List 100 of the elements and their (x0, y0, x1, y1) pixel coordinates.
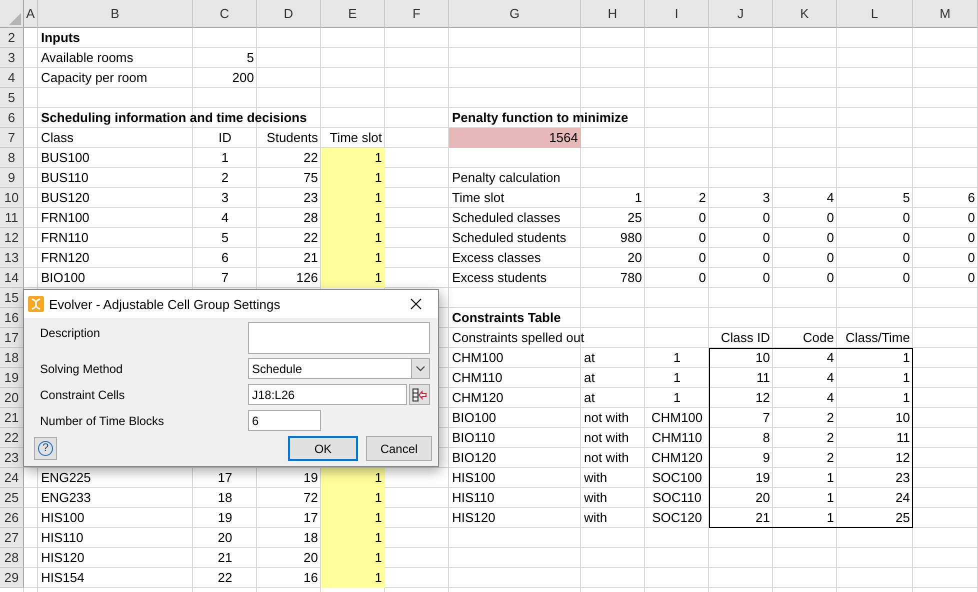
table-cell-text: CHM120 (650, 449, 704, 467)
column-header[interactable]: K (773, 0, 837, 28)
row-header[interactable]: 17 (0, 328, 24, 348)
row-header[interactable]: 16 (0, 308, 24, 328)
table-cell-text: HIS154 (40, 569, 86, 587)
table-cell: 1 (321, 248, 385, 268)
table-cell-text: 18 (302, 529, 319, 547)
time-blocks-field[interactable]: 6 (248, 410, 321, 431)
table-cell-text: 1 (826, 509, 835, 527)
row-header[interactable]: 19 (0, 368, 24, 388)
row-header[interactable]: 21 (0, 408, 24, 428)
help-button[interactable]: ? (34, 437, 57, 460)
table-cell-text: 0 (966, 229, 976, 247)
table-cell-text: 4 (826, 349, 835, 367)
method-dropdown[interactable]: Schedule (248, 358, 430, 379)
table-cell-text: 3 (220, 189, 230, 207)
row-header[interactable]: 11 (0, 208, 24, 228)
table-cell-text: CHM100 (451, 349, 504, 367)
table-cell: 1 (321, 208, 385, 228)
table-cell-text: 28 (302, 209, 319, 227)
column-header[interactable]: D (257, 0, 321, 28)
table-cell-text: 20 (754, 489, 771, 507)
column-header[interactable]: L (837, 0, 913, 28)
row-header[interactable]: 27 (0, 528, 24, 548)
table-cell-text: 24 (894, 489, 911, 507)
table-cell-text: Capacity per room (40, 69, 148, 87)
table-cell-text: not with (583, 409, 630, 427)
table-cell-text: BIO100 (40, 269, 86, 287)
column-heading: Class/Time (844, 329, 911, 347)
row-header[interactable]: 12 (0, 228, 24, 248)
row-header[interactable]: 13 (0, 248, 24, 268)
table-cell-text: 21 (302, 249, 319, 267)
table-cell: 1 (321, 528, 385, 548)
table-cell-text: 11 (756, 369, 771, 387)
table-cell-text: 0 (762, 249, 771, 267)
table-cell-text: 4 (826, 189, 835, 207)
table-label: Constraints spelled out (451, 329, 586, 347)
row-header[interactable]: 15 (0, 288, 24, 308)
row-header[interactable]: 28 (0, 548, 24, 568)
table-cell-text: 5 (220, 229, 230, 247)
row-header[interactable]: 25 (0, 488, 24, 508)
row-header[interactable]: 6 (0, 108, 24, 128)
table-cell-text: 126 (295, 269, 319, 287)
column-heading: Time slot (328, 129, 383, 147)
table-cell-text: 19 (302, 469, 319, 487)
table-cell: 1 (321, 148, 385, 168)
table-cell-text: SOC100 (651, 469, 703, 487)
column-header[interactable]: H (581, 0, 645, 28)
table-cell-text: 200 (231, 69, 255, 87)
column-header[interactable]: G (449, 0, 581, 28)
section-title: Constraints Table (451, 309, 562, 327)
cancel-button[interactable]: Cancel (366, 436, 432, 461)
row-header[interactable]: 7 (0, 128, 24, 148)
table-cell-text: 18 (216, 489, 234, 507)
section-title: Scheduling information and time decisions (40, 109, 308, 127)
column-header[interactable]: A (24, 0, 38, 28)
table-cell-text: 0 (698, 269, 707, 287)
ok-button[interactable]: OK (288, 436, 358, 461)
table-cell-text: 6 (220, 249, 230, 267)
row-header[interactable]: 24 (0, 468, 24, 488)
row-header[interactable]: 26 (0, 508, 24, 528)
table-cell-text: SOC110 (652, 489, 702, 507)
table-cell-text: 0 (902, 209, 911, 227)
column-header[interactable]: B (38, 0, 193, 28)
row-header[interactable]: 23 (0, 448, 24, 468)
row-header[interactable]: 5 (0, 88, 24, 108)
row-header[interactable]: 22 (0, 428, 24, 448)
row-header[interactable]: 20 (0, 388, 24, 408)
row-header[interactable]: 9 (0, 168, 24, 188)
row-header[interactable]: 29 (0, 568, 24, 588)
row-header[interactable]: 18 (0, 348, 24, 368)
range-picker-button[interactable] (409, 384, 430, 405)
column-header[interactable]: J (709, 0, 773, 28)
table-cell-text: 0 (762, 209, 771, 227)
row-header[interactable]: 14 (0, 268, 24, 288)
table-cell: 1 (321, 168, 385, 188)
table-cell: 1 (321, 228, 385, 248)
description-field[interactable] (248, 322, 430, 354)
table-cell-text: 20 (216, 529, 234, 547)
row-header[interactable]: 3 (0, 48, 24, 68)
column-header[interactable]: F (385, 0, 449, 28)
row-header[interactable]: 2 (0, 28, 24, 48)
table-cell-text: HIS120 (40, 549, 86, 567)
field-label: Number of Time Blocks (40, 413, 166, 430)
table-cell-text: 0 (966, 269, 976, 287)
table-cell-text: 10 (894, 409, 911, 427)
row-header[interactable]: 10 (0, 188, 24, 208)
table-cell-text: 0 (902, 249, 911, 267)
table-cell: 1 (321, 548, 385, 568)
row-header[interactable]: 4 (0, 68, 24, 88)
table-cell-text: 19 (754, 469, 771, 487)
table-cell-text: 4 (826, 369, 835, 387)
column-header[interactable]: M (913, 0, 978, 28)
range-field[interactable]: J18:L26 (248, 384, 407, 405)
table-cell-text: 12 (754, 389, 771, 407)
table-cell-text: 1 (826, 469, 835, 487)
column-header[interactable]: C (193, 0, 257, 28)
column-header[interactable]: I (645, 0, 709, 28)
row-header[interactable]: 8 (0, 148, 24, 168)
column-header[interactable]: E (321, 0, 385, 28)
